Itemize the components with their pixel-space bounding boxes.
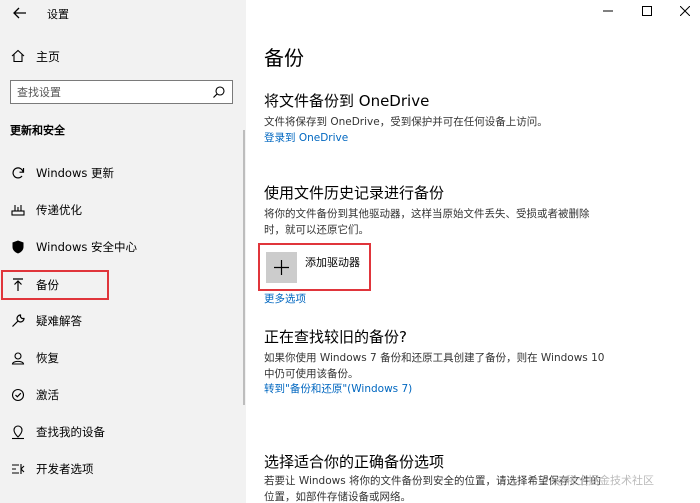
- search-box[interactable]: [10, 80, 233, 104]
- sidebar: 设置 主页 更新和安全 Windows 更新 传递优化 Windows 安全中心: [0, 0, 246, 503]
- partial-icon: [10, 493, 26, 503]
- watermark: @稀土掘金技术社区: [555, 474, 654, 487]
- sidebar-item-label: Windows 更新: [36, 166, 114, 180]
- sidebar-item-developer-options[interactable]: 开发者选项: [10, 458, 240, 480]
- recovery-icon: [10, 350, 26, 366]
- sidebar-item-find-my-device[interactable]: 查找我的设备: [10, 421, 240, 443]
- sidebar-item-label: 激活: [36, 388, 59, 402]
- sidebar-item-label: 主页: [36, 49, 61, 64]
- onedrive-description: 文件将保存到 OneDrive，受到保护并可在任何设备上访问。: [264, 116, 548, 128]
- older-backup-heading: 正在查找较旧的备份?: [264, 328, 407, 346]
- search-icon[interactable]: [212, 85, 226, 99]
- section-heading: 更新和安全: [10, 124, 65, 137]
- sidebar-item-windows-update[interactable]: Windows 更新: [10, 162, 240, 184]
- sidebar-item-activation[interactable]: 激活: [10, 384, 240, 406]
- sidebar-scrollbar[interactable]: [243, 130, 245, 405]
- sidebar-item-windows-security[interactable]: Windows 安全中心: [10, 236, 240, 258]
- plus-tile: [266, 252, 297, 283]
- back-arrow-icon[interactable]: [12, 5, 28, 21]
- file-history-description: 将你的文件备份到其他驱动器，这样当原始文件丢失、受损或者被删除时，就可以还原它们…: [264, 208, 590, 236]
- sidebar-item-label: 疑难解答: [36, 314, 82, 328]
- find-device-icon: [10, 424, 26, 440]
- titlebar: 设置: [0, 0, 246, 28]
- activation-icon: [10, 387, 26, 403]
- sidebar-item-label: Windows 安全中心: [36, 240, 137, 254]
- sidebar-item-delivery-optimization[interactable]: 传递优化: [10, 199, 240, 221]
- add-drive-label: 添加驱动器: [305, 256, 360, 269]
- sidebar-item-partial: [10, 493, 240, 503]
- app-title: 设置: [47, 8, 69, 21]
- sidebar-item-troubleshoot[interactable]: 疑难解答: [10, 310, 240, 332]
- right-option-heading: 选择适合你的正确备份选项: [264, 453, 445, 471]
- sidebar-item-recovery[interactable]: 恢复: [10, 347, 240, 369]
- selected-item-highlight: [1, 270, 109, 300]
- home-icon: [10, 48, 26, 64]
- close-button[interactable]: [675, 3, 695, 21]
- maximize-button[interactable]: [637, 3, 657, 21]
- backup-restore-win7-link[interactable]: 转到"备份和还原"(Windows 7): [264, 381, 412, 396]
- minimize-button[interactable]: [598, 3, 618, 21]
- shield-icon: [10, 239, 26, 255]
- search-input[interactable]: [11, 81, 207, 103]
- developer-icon: [10, 461, 26, 477]
- sidebar-item-label: 开发者选项: [36, 462, 94, 476]
- file-history-heading: 使用文件历史记录进行备份: [264, 184, 445, 202]
- wrench-icon: [10, 313, 26, 329]
- page-title: 备份: [264, 46, 304, 70]
- more-options-link[interactable]: 更多选项: [264, 291, 306, 306]
- older-backup-description: 如果你使用 Windows 7 备份和还原工具创建了备份，则在 Windows …: [264, 352, 605, 380]
- delivery-optimization-icon: [10, 202, 26, 218]
- sidebar-item-label: 恢复: [36, 351, 59, 365]
- sidebar-item-home[interactable]: 主页: [10, 46, 60, 66]
- add-drive-button[interactable]: 添加驱动器: [258, 243, 371, 291]
- sidebar-item-label: 传递优化: [36, 203, 82, 217]
- onedrive-signin-link[interactable]: 登录到 OneDrive: [264, 130, 348, 145]
- sidebar-item-label: 查找我的设备: [36, 425, 105, 439]
- refresh-icon: [10, 165, 26, 181]
- onedrive-heading: 将文件备份到 OneDrive: [264, 92, 430, 110]
- plus-icon: [274, 260, 289, 275]
